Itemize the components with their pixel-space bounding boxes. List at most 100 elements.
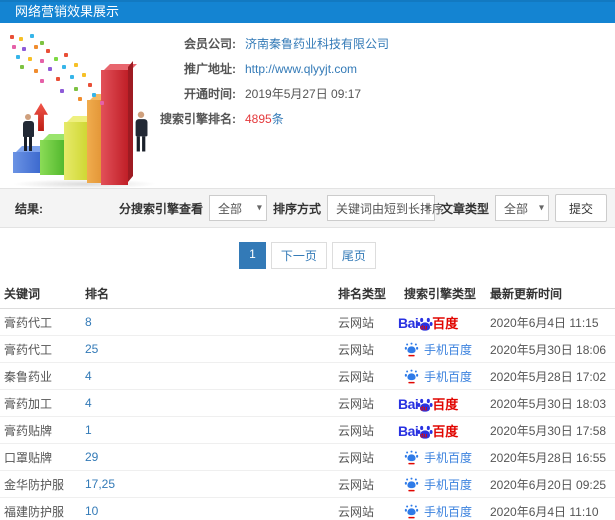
sort-label: 排序方式: [272, 201, 321, 216]
col-header-rank: 排名: [85, 286, 110, 301]
rank-link[interactable]: 29: [85, 450, 338, 464]
table-body: 膏药代工 8 云网站 Bai du 百度 2020年6月4日 11:15 膏药代…: [0, 309, 615, 520]
keyword-cell: 膏药代工: [4, 342, 53, 357]
rank-count-number: 4895: [245, 112, 272, 126]
engine-cell: Bai du 百度: [398, 395, 490, 412]
titlebar: 网络营销效果展示: [0, 0, 615, 23]
company-link[interactable]: 济南秦鲁药业科技有限公司: [245, 35, 389, 52]
baidu-mobile-badge: 手机百度: [404, 368, 472, 385]
baidu-paw-icon: du: [417, 425, 433, 439]
confetti-dots: [10, 35, 14, 39]
col-header-updated: 最新更新时间: [490, 286, 563, 301]
baidu-mobile-badge: 手机百度: [404, 503, 472, 520]
rank-type-cell: 云网站: [338, 477, 375, 492]
rank-label: 搜索引擎排名:: [160, 112, 236, 126]
engine-filter-select[interactable]: 全部: [208, 195, 267, 221]
info-row-opened: 开通时间: 2019年5月27日 09:17: [148, 81, 608, 106]
baidu-pc-logo: Bai du 百度: [398, 422, 458, 439]
table-row: 膏药代工 8 云网站 Bai du 百度 2020年6月4日 11:15: [0, 309, 615, 336]
page-title: 网络营销效果展示: [15, 4, 120, 19]
article-type-select[interactable]: 全部: [494, 195, 549, 221]
rank-count-unit: 条: [271, 112, 284, 126]
sort-select[interactable]: 关键词由短到长排序: [326, 195, 444, 221]
table-header-row: 关键词 排名 排名类型 搜索引擎类型 最新更新时间: [0, 278, 615, 309]
baidu-mobile-paw-icon: [404, 342, 419, 356]
svg-text:du: du: [420, 325, 428, 331]
clipart-bar-green: [40, 140, 67, 175]
baidu-mobile-paw-icon: [404, 369, 419, 383]
baidu-logo-bai-text: Bai: [398, 315, 419, 331]
results-table: 关键词 排名 排名类型 搜索引擎类型 最新更新时间 膏药代工 8 云网站 Bai…: [0, 278, 615, 520]
last-page-button[interactable]: 尾页: [331, 242, 376, 269]
company-label: 会员公司:: [184, 37, 236, 51]
rank-link[interactable]: 17,25: [85, 477, 338, 491]
sort-value: 关键词由短到长排序: [335, 201, 444, 216]
baidu-paw-icon: du: [417, 317, 433, 331]
table-row: 金华防护服 17,25 云网站 手机百度 2020年6月20日 09:25: [0, 471, 615, 498]
rank-type-cell: 云网站: [338, 450, 375, 465]
table-row: 口罩贴牌 29 云网站 手机百度 2020年5月28日 16:55: [0, 444, 615, 471]
svg-text:du: du: [420, 406, 428, 412]
page-1-button[interactable]: 1: [239, 242, 266, 269]
article-type-label: 文章类型: [440, 201, 489, 216]
rank-link[interactable]: 4: [85, 369, 338, 383]
opened-value: 2019年5月27日 09:17: [245, 87, 362, 101]
col-header-engine-type: 搜索引擎类型: [404, 286, 477, 301]
engine-filter-value: 全部: [217, 201, 242, 216]
info-row-company: 会员公司: 济南秦鲁药业科技有限公司: [148, 31, 608, 56]
engine-filter-label: 分搜索引擎查看: [118, 201, 203, 216]
info-row-rank: 搜索引擎排名: 4895条: [148, 106, 608, 131]
promotion-url-link[interactable]: http://www.qlyyjt.com: [245, 62, 357, 76]
bar-chart-clipart: [4, 33, 170, 189]
baidu-logo-cn-text: 百度: [432, 316, 459, 331]
keyword-cell: 秦鲁药业: [4, 369, 53, 384]
filter-controls: 分搜索引擎查看 全部 排序方式 关键词由短到长排序 文章类型 全部 提交: [119, 194, 607, 222]
keyword-cell: 膏药代工: [4, 315, 53, 330]
baidu-mobile-badge: 手机百度: [404, 449, 472, 466]
updated-cell: 2020年6月20日 09:25: [490, 477, 607, 492]
rank-link[interactable]: 8: [85, 315, 338, 329]
engine-cell: 手机百度: [404, 341, 490, 358]
engine-cell: 手机百度: [404, 503, 490, 520]
col-header-keyword: 关键词: [4, 286, 41, 301]
engine-cell: Bai du 百度: [398, 314, 490, 331]
baidu-mobile-label: 手机百度: [424, 342, 473, 357]
svg-text:du: du: [420, 433, 428, 439]
baidu-pc-logo: Bai du 百度: [398, 395, 459, 412]
info-section: 会员公司: 济南秦鲁药业科技有限公司 推广地址: http://www.qlyy…: [0, 23, 615, 189]
table-row: 膏药代工 25 云网站 手机百度 2020年5月30日 18:06: [0, 336, 615, 363]
keyword-cell: 金华防护服: [4, 477, 65, 492]
baidu-mobile-paw-icon: [404, 504, 419, 518]
info-rows: 会员公司: 济南秦鲁药业科技有限公司 推广地址: http://www.qlyy…: [148, 31, 608, 131]
keyword-cell: 膏药加工: [4, 396, 53, 411]
submit-button[interactable]: 提交: [554, 194, 607, 222]
rank-link[interactable]: 25: [85, 342, 338, 356]
engine-cell: Bai du 百度: [398, 422, 490, 439]
clipart-bar-red: [101, 70, 128, 185]
baidu-logo-bai-text: Bai: [398, 423, 419, 439]
updated-cell: 2020年5月30日 18:06: [490, 342, 607, 357]
rank-link[interactable]: 4: [85, 396, 338, 410]
results-label: 结果:: [15, 201, 43, 216]
rank-type-cell: 云网站: [338, 369, 375, 384]
rank-type-cell: 云网站: [338, 396, 375, 411]
keyword-cell: 膏药贴牌: [4, 423, 53, 438]
clipart-bar-blue: [13, 152, 42, 173]
next-page-button[interactable]: 下一页: [270, 242, 327, 269]
baidu-mobile-badge: 手机百度: [404, 341, 472, 358]
updated-cell: 2020年5月28日 17:02: [490, 369, 607, 384]
rank-link[interactable]: 10: [85, 504, 338, 518]
article-type-value: 全部: [503, 201, 528, 216]
baidu-mobile-label: 手机百度: [424, 477, 473, 492]
rank-type-cell: 云网站: [338, 315, 375, 330]
updated-cell: 2020年5月28日 16:55: [490, 450, 607, 465]
pagination: 1 下一页 尾页: [0, 228, 615, 278]
baidu-mobile-paw-icon: [404, 450, 419, 464]
rank-link[interactable]: 1: [85, 423, 338, 437]
rank-count[interactable]: 4895条: [245, 110, 284, 127]
baidu-mobile-paw-icon: [404, 477, 419, 491]
url-label: 推广地址:: [184, 62, 236, 76]
baidu-paw-icon: du: [417, 398, 433, 412]
baidu-logo-cn-text: 百度: [432, 397, 459, 412]
engine-cell: 手机百度: [404, 476, 490, 493]
